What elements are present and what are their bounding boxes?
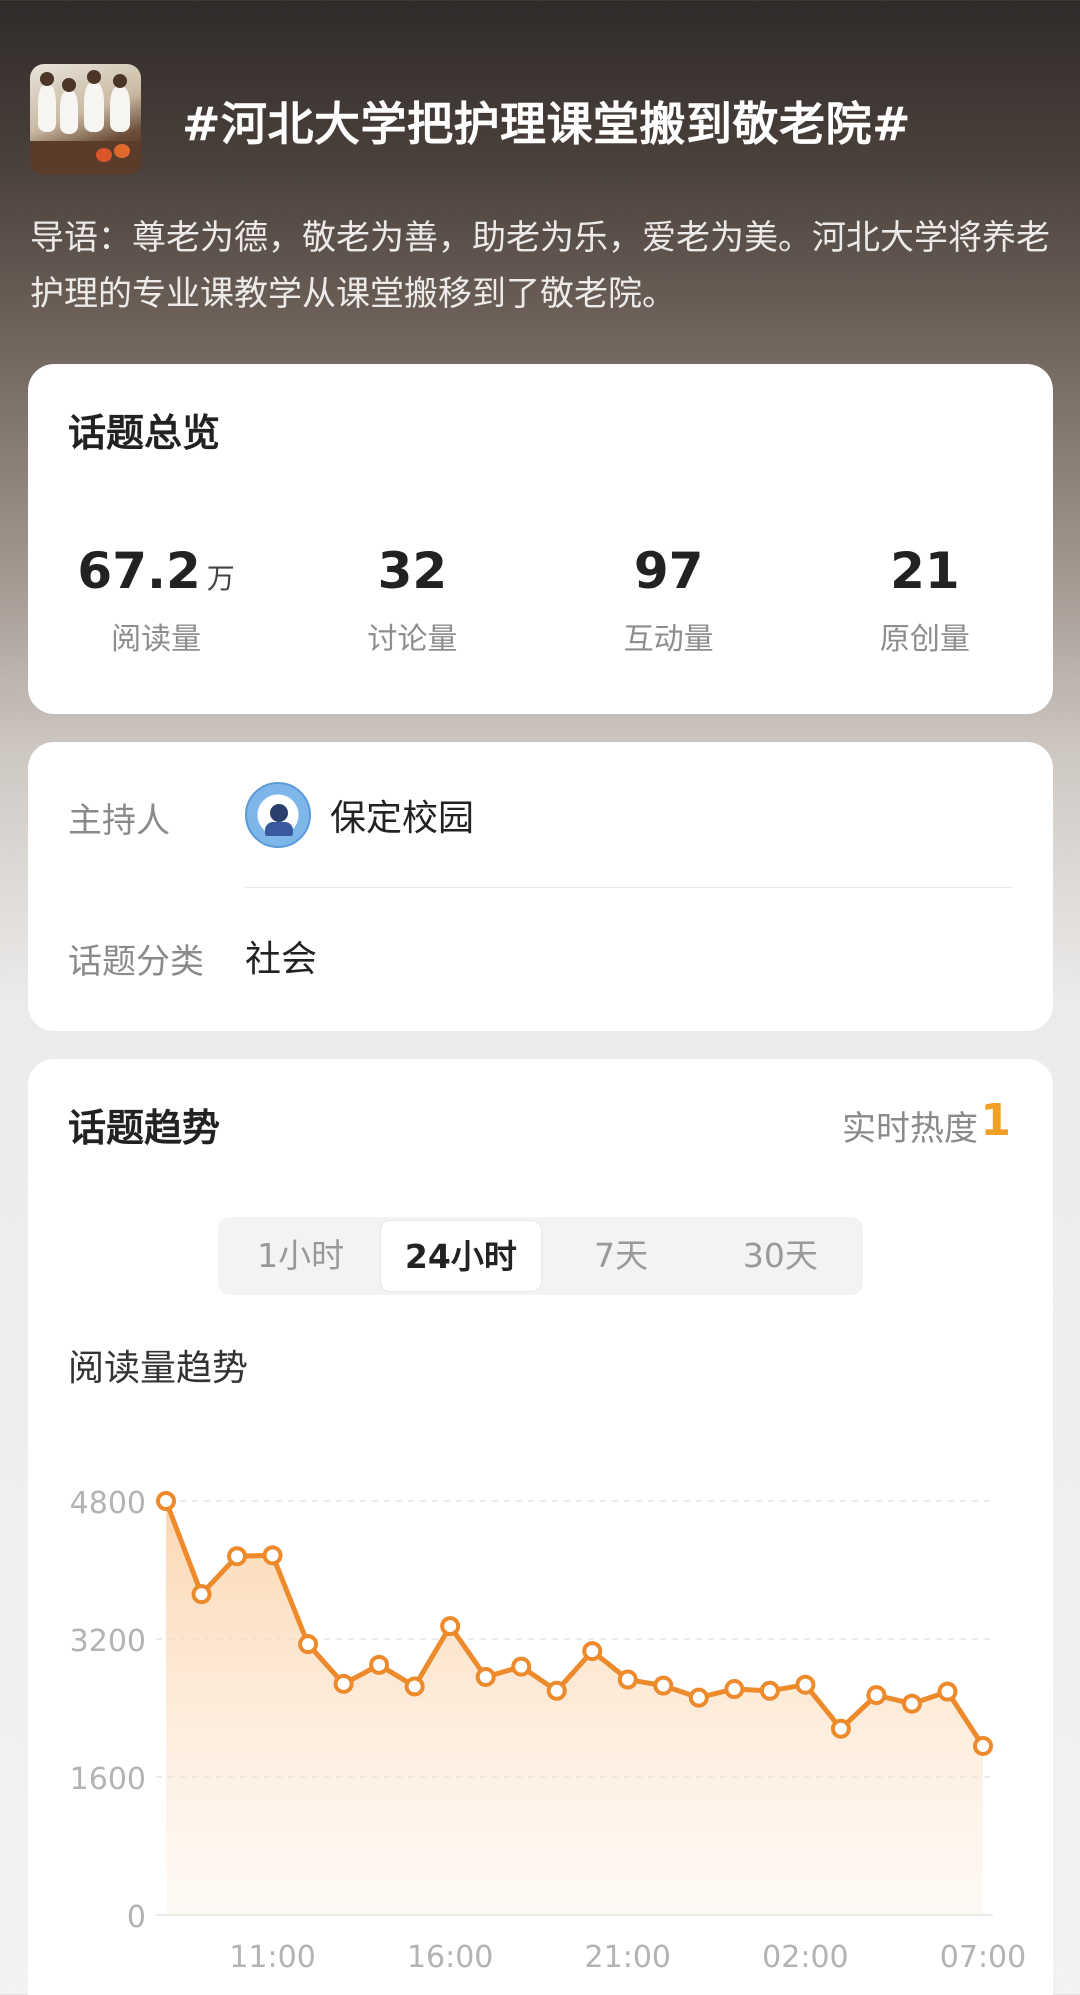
data-point bbox=[546, 1680, 567, 1701]
topic-thumbnail[interactable] bbox=[30, 64, 141, 175]
overview-card: 话题总览 67.2 万 阅读量 32 讨论量 97 互动量 21 原创量 bbox=[28, 364, 1053, 714]
data-point bbox=[866, 1685, 887, 1706]
stat-label: 原创量 bbox=[879, 622, 970, 657]
y-tick-label: 0 bbox=[127, 1900, 146, 1935]
data-point bbox=[333, 1673, 354, 1694]
data-point bbox=[156, 1491, 176, 1511]
stat-unit: 万 bbox=[206, 562, 235, 595]
data-point bbox=[262, 1545, 283, 1566]
y-tick-label: 3200 bbox=[70, 1624, 146, 1659]
data-point bbox=[404, 1676, 425, 1697]
category-value[interactable]: 社会 bbox=[245, 930, 317, 982]
overview-title: 话题总览 bbox=[68, 411, 221, 455]
data-point bbox=[724, 1679, 745, 1700]
stat-value: 32 bbox=[377, 542, 448, 600]
stat-label: 讨论量 bbox=[367, 622, 458, 657]
host-name[interactable]: 保定校园 bbox=[330, 789, 474, 841]
data-point bbox=[688, 1687, 709, 1708]
y-tick-label: 4800 bbox=[70, 1486, 146, 1521]
stat-originals: 21 原创量 bbox=[797, 540, 1053, 658]
host-avatar[interactable] bbox=[245, 782, 311, 848]
divider bbox=[245, 887, 1013, 888]
category-label: 话题分类 bbox=[68, 942, 204, 982]
data-point bbox=[298, 1634, 319, 1655]
data-point bbox=[901, 1693, 922, 1714]
data-point bbox=[759, 1680, 780, 1701]
host-label: 主持人 bbox=[68, 801, 170, 841]
data-point bbox=[830, 1718, 851, 1739]
data-point bbox=[582, 1641, 603, 1662]
stat-value: 21 bbox=[890, 542, 960, 600]
stat-value: 97 bbox=[633, 542, 704, 600]
y-tick-label: 1600 bbox=[70, 1762, 146, 1797]
stat-label: 阅读量 bbox=[111, 622, 202, 657]
trend-card: 话题趋势 实时热度 1 1小时 24小时 7天 30天 阅读量趋势 0 1600 3… bbox=[28, 1059, 1053, 1995]
x-tick-label: 16:00 bbox=[407, 1940, 493, 1975]
topic-intro: 导语：尊老为德，敬老为善，助老为乐，爱老为美。河北大学将养老护理的专业课教学从课… bbox=[30, 218, 1050, 314]
stat-label: 互动量 bbox=[623, 622, 714, 657]
topic-info-card: 主持人 保定校园 话题分类 社会 bbox=[28, 742, 1053, 1031]
x-tick-label: 21:00 bbox=[585, 1940, 671, 1975]
overview-stats: 67.2 万 阅读量 32 讨论量 97 互动量 21 原创量 bbox=[28, 540, 1053, 658]
data-point bbox=[475, 1666, 496, 1687]
data-point bbox=[440, 1616, 461, 1637]
stat-discussions: 32 讨论量 bbox=[284, 540, 540, 658]
data-point bbox=[227, 1546, 248, 1567]
stat-interactions: 97 互动量 bbox=[541, 540, 797, 658]
data-point bbox=[937, 1681, 958, 1702]
x-tick-label: 11:00 bbox=[229, 1940, 315, 1975]
reads-trend-chart: 0 1600 3200 4800 11:00 16:00 21:00 02:00 07:00 bbox=[70, 1486, 1027, 1975]
stat-value: 67.2 万 bbox=[77, 542, 235, 600]
x-tick-label: 02:00 bbox=[762, 1940, 848, 1975]
data-point bbox=[653, 1675, 674, 1696]
data-point bbox=[191, 1584, 212, 1605]
data-point bbox=[973, 1735, 993, 1756]
stat-reads: 67.2 万 阅读量 bbox=[28, 540, 284, 658]
topic-title: #河北大学把护理课堂搬到敬老院# bbox=[182, 97, 912, 151]
data-point bbox=[369, 1654, 390, 1675]
data-point bbox=[795, 1674, 816, 1695]
data-point bbox=[617, 1669, 638, 1690]
data-point bbox=[511, 1656, 532, 1677]
x-tick-label: 07:00 bbox=[940, 1940, 1026, 1975]
topic-header: #河北大学把护理课堂搬到敬老院# 导语：尊老为德，敬老为善，助老为乐，爱老为美。… bbox=[0, 0, 1080, 360]
